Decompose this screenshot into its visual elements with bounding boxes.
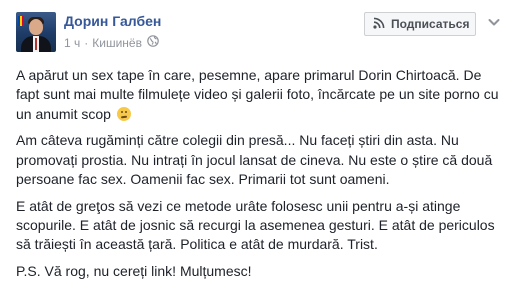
unamused-face-icon	[116, 106, 131, 121]
post-paragraph-text: A apărut un sex tape în care, pesemne, a…	[16, 67, 499, 122]
meta-separator: ·	[84, 35, 89, 50]
post-time[interactable]: 1 ч	[64, 36, 80, 50]
author-name[interactable]: Дорин Галбен	[64, 13, 161, 29]
post-paragraph: Am câteva rugăminți către colegii din pr…	[16, 132, 493, 187]
post-paragraph: P.S. Vă rog, nu cereți link! Mulțumesc!	[16, 263, 252, 280]
chevron-down-icon[interactable]	[486, 14, 502, 30]
flag-icon	[18, 16, 24, 26]
avatar-tie	[35, 38, 37, 50]
facebook-post: Дорин Галбен 1 ч · Кишинёв Подписаться A…	[0, 0, 512, 296]
post-meta: 1 ч · Кишинёв	[64, 35, 159, 50]
globe-icon	[147, 35, 159, 50]
avatar-head	[29, 19, 43, 35]
post-body: A apărut un sex tape în care, pesemne, a…	[16, 66, 504, 289]
subscribe-label: Подписаться	[391, 17, 470, 31]
post-paragraph: A apărut un sex tape în care, pesemne, a…	[16, 66, 504, 124]
rss-icon	[373, 17, 385, 32]
post-location[interactable]: Кишинёв	[92, 36, 142, 50]
post-paragraph: E atât de greţos să vezi ce metode urâte…	[16, 197, 495, 253]
author-avatar[interactable]	[16, 12, 56, 52]
subscribe-button[interactable]: Подписаться	[364, 12, 476, 36]
